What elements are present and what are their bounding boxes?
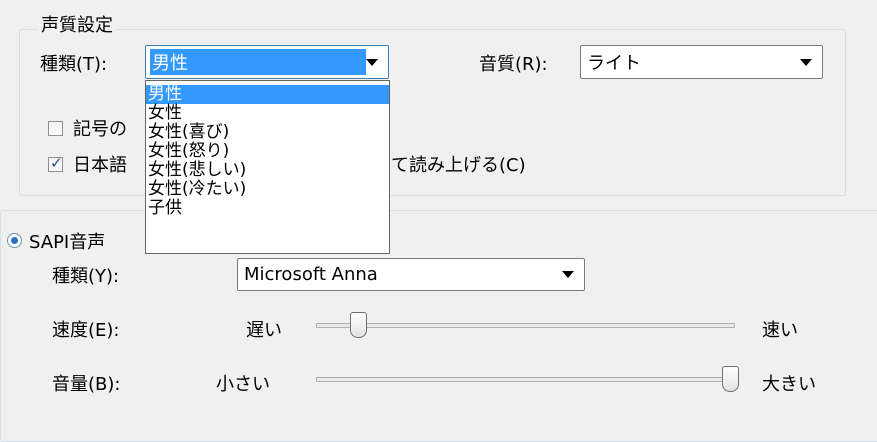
- volume-max-label: 大きい: [762, 374, 816, 395]
- sapi-type-label: 種類(Y):: [52, 266, 120, 287]
- quality-label: 音質(R):: [479, 54, 548, 75]
- speed-max-label: 速い: [762, 320, 798, 341]
- type-label-text: 種類(T):: [40, 54, 108, 75]
- quality-combo[interactable]: ライト: [580, 45, 823, 79]
- dropdown-option[interactable]: 女性(冷たい): [146, 180, 389, 199]
- volume-min-label: 小さい: [216, 374, 270, 395]
- chevron-down-icon: [800, 58, 812, 66]
- speed-min-label: 遅い: [246, 320, 282, 341]
- voice-type-dropdown-list[interactable]: 男性 女性 女性(喜び) 女性(怒り) 女性(悲しい) 女性(冷たい) 子供: [145, 80, 390, 254]
- volume-label: 音量(B):: [52, 374, 121, 395]
- symbols-checkbox[interactable]: [48, 121, 63, 136]
- volume-slider-thumb[interactable]: [722, 366, 739, 392]
- dropdown-option[interactable]: 女性(悲しい): [146, 161, 389, 180]
- dropdown-option[interactable]: 女性(喜び): [146, 123, 389, 142]
- japanese-checkbox-label-start: 日本語: [73, 155, 127, 176]
- sapi-type-combo[interactable]: Microsoft Anna: [237, 258, 585, 291]
- voice-settings-legend: 声質設定: [38, 11, 116, 37]
- sapi-radio[interactable]: [7, 233, 22, 248]
- sapi-radio-label: SAPI音声: [29, 232, 106, 253]
- dropdown-option[interactable]: 女性(怒り): [146, 142, 389, 161]
- symbols-checkbox-label: 記号の: [73, 119, 127, 140]
- japanese-checkbox-label-end: て読み上げる(C): [391, 155, 526, 176]
- chevron-down-icon: [366, 58, 378, 66]
- type-label: 種類(T):: [40, 50, 107, 76]
- dropdown-option[interactable]: 子供: [146, 199, 389, 218]
- volume-slider-track[interactable]: [316, 377, 735, 382]
- chevron-down-icon: [562, 271, 574, 278]
- voice-type-combo[interactable]: 男性: [145, 45, 389, 79]
- dropdown-option[interactable]: 女性: [146, 104, 389, 123]
- japanese-checkbox[interactable]: [48, 154, 63, 172]
- sapi-type-value: Microsoft Anna: [244, 264, 378, 285]
- speed-label: 速度(E):: [52, 320, 120, 341]
- dropdown-option[interactable]: 男性: [146, 85, 389, 104]
- speed-slider-thumb[interactable]: [350, 312, 367, 338]
- speed-slider-track[interactable]: [316, 323, 735, 328]
- voice-type-value: 男性: [150, 49, 366, 75]
- quality-value: ライト: [587, 53, 641, 74]
